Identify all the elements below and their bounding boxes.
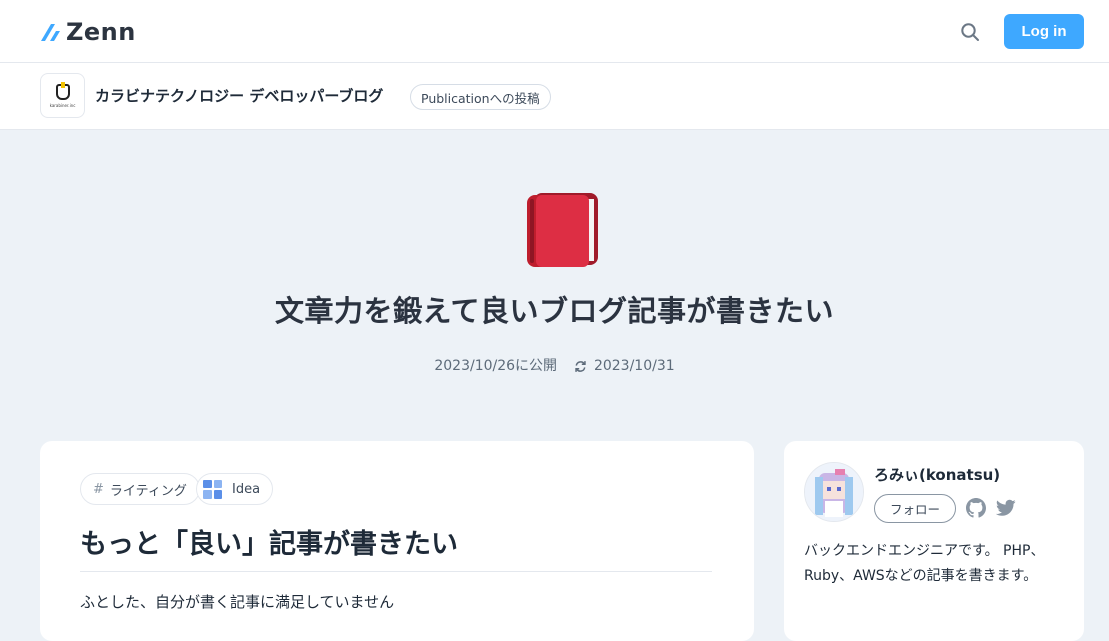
tag-idea[interactable]: Idea bbox=[196, 473, 274, 505]
search-icon bbox=[961, 23, 979, 41]
author-avatar[interactable] bbox=[804, 462, 864, 522]
author-name[interactable]: ろみぃ(konatsu) bbox=[874, 464, 1000, 486]
idea-icon bbox=[203, 479, 222, 499]
closed-book-icon bbox=[527, 193, 598, 267]
karabiner-logo-icon bbox=[55, 81, 70, 100]
published-date: 2023/10/26に公開 bbox=[434, 358, 558, 374]
follow-button[interactable]: フォロー bbox=[874, 494, 956, 523]
publication-logo[interactable]: karabiner.inc bbox=[40, 73, 85, 118]
login-button[interactable]: Log in bbox=[1004, 14, 1084, 49]
avatar-icon bbox=[805, 463, 863, 521]
zenn-logo[interactable]: Zenn bbox=[40, 19, 136, 45]
site-header: Zenn Log in bbox=[0, 0, 1109, 63]
publication-logo-text: karabiner.inc bbox=[49, 102, 76, 108]
article-body-card: # ライティング Idea もっと「良い」記事が書きたい ふとした、自分が書く記… bbox=[40, 441, 754, 641]
author-bio: バックエンドエンジニアです。 PHP、Ruby、AWSなどの記事を書きます。 bbox=[804, 543, 1045, 584]
search-button[interactable] bbox=[955, 18, 985, 46]
twitter-icon[interactable] bbox=[996, 499, 1016, 517]
publication-badge: Publicationへの投稿 bbox=[410, 84, 551, 110]
publication-name[interactable]: カラビナテクノロジー デベロッパーブログ bbox=[95, 86, 383, 106]
article-title: 文章力を鍛えて良いブログ記事が書きたい bbox=[274, 294, 835, 328]
article-paragraph: ふとした、自分が書く記事に満足していません bbox=[80, 593, 395, 611]
article-dates: 2023/10/26に公開 2023/10/31 bbox=[0, 356, 1109, 376]
article-heading: もっと「良い」記事が書きたい bbox=[80, 525, 712, 572]
tag-label: ライティング bbox=[109, 483, 187, 499]
tag-writing[interactable]: # ライティング bbox=[80, 473, 200, 505]
github-icon[interactable] bbox=[966, 498, 986, 518]
tag-label: Idea bbox=[232, 481, 261, 497]
refresh-icon bbox=[574, 360, 586, 372]
author-card: ろみぃ(konatsu) フォロー バックエンドエンジニアです。 PHP、Rub… bbox=[784, 441, 1084, 641]
hash-icon: # bbox=[93, 481, 104, 497]
logo-text: Zenn bbox=[66, 18, 136, 46]
updated-date: 2023/10/31 bbox=[593, 358, 675, 374]
zenn-logo-icon bbox=[41, 24, 60, 41]
